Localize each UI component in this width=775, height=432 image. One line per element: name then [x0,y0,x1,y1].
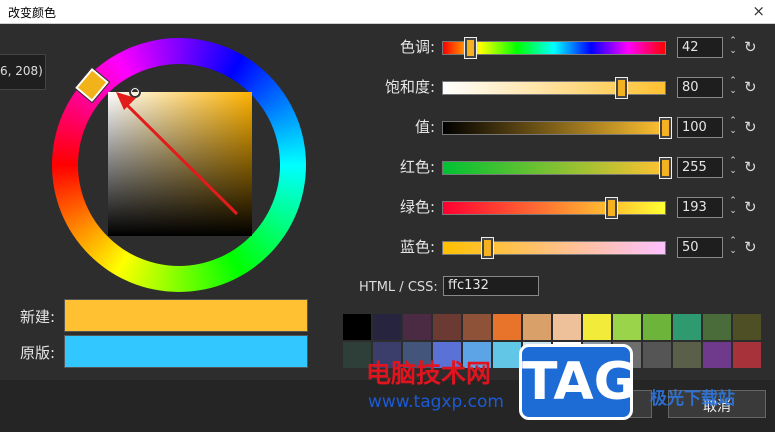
blue-slider-handle[interactable] [481,238,493,258]
hue-label: 色调: [399,38,435,56]
close-icon[interactable]: × [752,2,765,20]
sv-cursor-handle[interactable] [129,86,141,98]
red-label: 红色: [399,158,435,176]
saturation-input[interactable]: 80 [677,77,723,98]
palette-swatch[interactable] [342,313,372,341]
hue-reset-icon[interactable]: ↻ [744,38,757,56]
palette-swatch[interactable] [732,341,762,369]
blue-reset-icon[interactable]: ↻ [744,238,757,256]
slider-row-blue: 蓝色: 50 ⌃ ⌄ ↻ [340,236,770,260]
watermark-right-text: 极光下载站 [650,389,735,409]
red-reset-icon[interactable]: ↻ [744,158,757,176]
original-color-label: 原版: [20,344,56,362]
green-label: 绿色: [399,198,435,216]
palette-swatch[interactable] [402,313,432,341]
value-reset-icon[interactable]: ↻ [744,118,757,136]
palette-swatch[interactable] [732,313,762,341]
palette-swatch[interactable] [522,313,552,341]
value-slider[interactable] [442,118,671,138]
palette-swatch[interactable] [642,313,672,341]
palette-swatch[interactable] [462,313,492,341]
palette-swatch[interactable] [552,313,582,341]
palette-swatch[interactable] [492,313,522,341]
original-color-preview[interactable] [64,335,308,368]
slider-row-red: 红色: 255 ⌃ ⌄ ↻ [340,156,770,180]
saturation-reset-icon[interactable]: ↻ [744,78,757,96]
hue-spinner-icon[interactable]: ⌃ ⌄ [726,36,740,60]
palette-swatch[interactable] [702,313,732,341]
green-input[interactable]: 193 [677,197,723,218]
value-spinner-icon[interactable]: ⌃ ⌄ [726,116,740,140]
palette-swatch[interactable] [582,313,612,341]
watermark-tag-logo: TAG [519,344,636,420]
slider-row-hue: 色调: 42 ⌃ ⌄ ↻ [340,36,770,60]
hue-input[interactable]: 42 [677,37,723,58]
saturation-spinner-icon[interactable]: ⌃ ⌄ [726,76,740,100]
palette-swatch[interactable] [642,341,672,369]
new-color-label: 新建: [20,308,56,326]
green-slider[interactable] [442,198,666,218]
red-slider-handle[interactable] [660,158,671,178]
saturation-label: 饱和度: [384,78,435,96]
slider-row-green: 绿色: 193 ⌃ ⌄ ↻ [340,196,770,220]
palette-swatch[interactable] [702,341,732,369]
watermark-site-name: 电脑技术网 [366,359,492,388]
green-reset-icon[interactable]: ↻ [744,198,757,216]
value-label: 值: [414,118,435,136]
html-css-input[interactable]: ffc132 [443,276,539,296]
blue-label: 蓝色: [399,238,435,256]
palette-swatch[interactable] [492,341,522,369]
hue-slider-handle[interactable] [464,38,476,58]
blue-spinner-icon[interactable]: ⌃ ⌄ [726,236,740,260]
palette-swatch[interactable] [432,313,462,341]
watermark-site-url: www.tagxp.com [368,392,504,412]
palette-swatch[interactable] [372,313,402,341]
window-title: 改变颜色 [8,6,57,20]
color-wheel[interactable] [52,38,306,292]
new-color-preview [64,299,308,332]
red-input[interactable]: 255 [677,157,723,178]
blue-slider[interactable] [442,238,666,258]
red-slider[interactable] [442,158,671,178]
html-css-label: HTML / CSS: [359,280,438,295]
palette-swatch[interactable] [672,313,702,341]
green-slider-handle[interactable] [606,198,618,218]
palette-swatch[interactable] [672,341,702,369]
blue-input[interactable]: 50 [677,237,723,258]
saturation-slider-handle[interactable] [615,78,627,98]
saturation-value-square[interactable] [108,92,252,236]
value-slider-handle[interactable] [660,118,671,138]
title-bar: 改变颜色 × [0,0,775,24]
color-tooltip: 6, 208) [0,54,46,90]
hue-slider[interactable] [442,38,666,58]
slider-row-value: 值: 100 ⌃ ⌄ ↻ [340,116,770,140]
value-input[interactable]: 100 [677,117,723,138]
palette-swatch[interactable] [612,313,642,341]
saturation-slider[interactable] [442,78,666,98]
slider-row-saturation: 饱和度: 80 ⌃ ⌄ ↻ [340,76,770,100]
red-spinner-icon[interactable]: ⌃ ⌄ [726,156,740,180]
green-spinner-icon[interactable]: ⌃ ⌄ [726,196,740,220]
